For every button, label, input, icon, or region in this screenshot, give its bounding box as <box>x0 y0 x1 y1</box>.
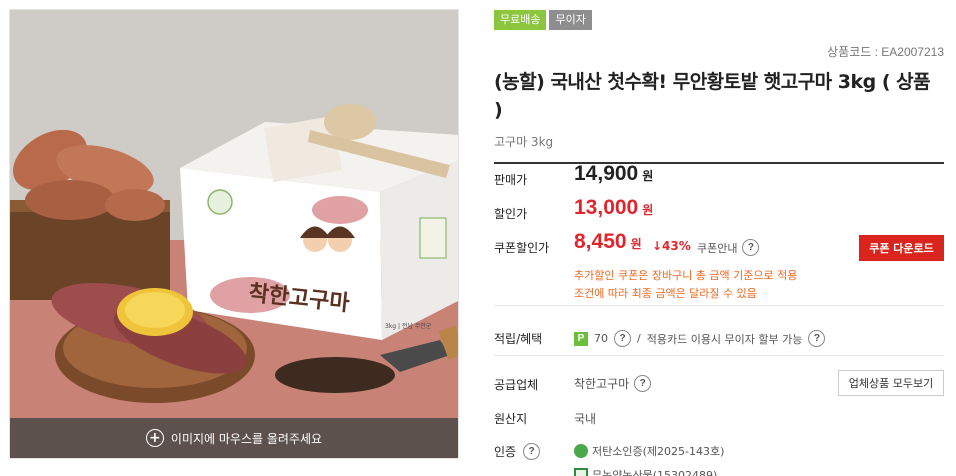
discount-price-label: 할인가 <box>494 207 528 221</box>
points-help-icon[interactable]: ? <box>614 330 631 347</box>
zoom-plus-icon: + <box>145 429 164 447</box>
hover-hint-text: 이미지에 마우스를 올려주세요 <box>170 431 323 446</box>
supplier-label: 공급업체 <box>494 378 539 392</box>
coupon-price-value: 8,450 <box>574 230 627 253</box>
card-help-icon[interactable]: ? <box>808 330 826 347</box>
coupon-guide-text: 쿠폰안내 <box>697 241 738 255</box>
supplier-help-icon[interactable]: ? <box>634 375 652 392</box>
interest-free-badge: 무이자 <box>549 10 592 30</box>
coupon-note-1: 추가할인 쿠폰은 장바구니 총 금액 기준으로 적용 <box>574 269 798 282</box>
pesticide-free-icon <box>574 468 588 476</box>
coupon-price: 8,450 원 <box>574 230 642 254</box>
product-title: (농할) 국내산 첫수확! 무안황토밭 햇고구마 3kg ( 상품 ) <box>494 71 931 121</box>
product-code: 상품코드 : EA2007213 <box>827 45 944 59</box>
image-hover-hint: + 이미지에 마우스를 올려주세요 <box>10 418 458 458</box>
points-icon: P <box>574 331 588 346</box>
coupon-notes: 추가할인 쿠폰은 장바구니 총 금액 기준으로 적용 조건에 따라 최종 금액은… <box>574 267 797 303</box>
coupon-download-button[interactable]: 쿠폰 다운로드 <box>859 235 944 261</box>
points-value: 70 <box>594 332 608 345</box>
coupon-price-currency: 원 <box>630 237 642 251</box>
discount-price: 13,000 원 <box>574 196 653 220</box>
coupon-price-label: 쿠폰할인가 <box>494 241 550 255</box>
certification-text: 저탄소인증(제2025-143호) <box>592 445 725 458</box>
certification-label-group: 인증 ? <box>494 443 541 460</box>
view-supplier-products-button[interactable]: 업체상품 모두보기 <box>838 370 944 396</box>
certification-text: 무농약농산물(15302489) <box>592 469 718 476</box>
certification-help-icon[interactable]: ? <box>523 443 541 460</box>
origin-label: 원산지 <box>494 412 528 426</box>
sweet-potato-photo: 착한고구마 3kg | 전남 무안군 <box>10 10 458 458</box>
coupon-guide: 쿠폰안내 ? <box>697 239 760 256</box>
sale-price-label: 판매가 <box>494 173 528 187</box>
coupon-help-icon[interactable]: ? <box>742 239 760 256</box>
supplier-name[interactable]: 착한고구마 <box>574 375 629 392</box>
title-divider <box>494 162 944 164</box>
box-weight-text: 3kg | 전남 무안군 <box>385 322 432 330</box>
benefits-info: P 70 ? / 적용카드 이용시 무이자 할부 가능 ? <box>574 330 826 347</box>
product-info-panel: 무료배송 무이자 상품코드 : EA2007213 (농할) 국내산 첫수확! … <box>494 10 944 476</box>
low-carbon-icon <box>574 444 588 458</box>
product-subtitle: 고구마 3kg <box>494 135 554 149</box>
origin-value: 국내 <box>574 412 597 426</box>
divider <box>494 305 944 306</box>
discount-rate: ↓43% <box>652 239 691 253</box>
certification-label: 인증 <box>494 445 517 459</box>
certification-item: 무농약농산물(15302489) <box>574 467 717 476</box>
certification-item: 저탄소인증(제2025-143호) <box>574 443 724 459</box>
sale-price: 14,900 원 <box>574 162 653 186</box>
free-shipping-badge: 무료배송 <box>494 10 547 30</box>
coupon-note-2: 조건에 따라 최종 금액은 달라질 수 있음 <box>574 287 757 300</box>
card-installment-text: 적용카드 이용시 무이자 할부 가능 <box>646 332 803 346</box>
sale-price-currency: 원 <box>642 169 654 183</box>
benefits-separator: / <box>637 332 641 345</box>
product-image[interactable]: 착한고구마 3kg | 전남 무안군 + 이미지에 마우스를 올려주세요 <box>9 9 459 459</box>
supplier-info: 착한고구마 ? <box>574 375 652 392</box>
benefits-label: 적립/혜택 <box>494 332 543 346</box>
sale-price-value: 14,900 <box>574 162 639 185</box>
discount-price-value: 13,000 <box>574 196 639 219</box>
divider <box>494 355 944 356</box>
badge-group: 무료배송 무이자 <box>494 10 944 30</box>
discount-price-currency: 원 <box>642 203 654 217</box>
